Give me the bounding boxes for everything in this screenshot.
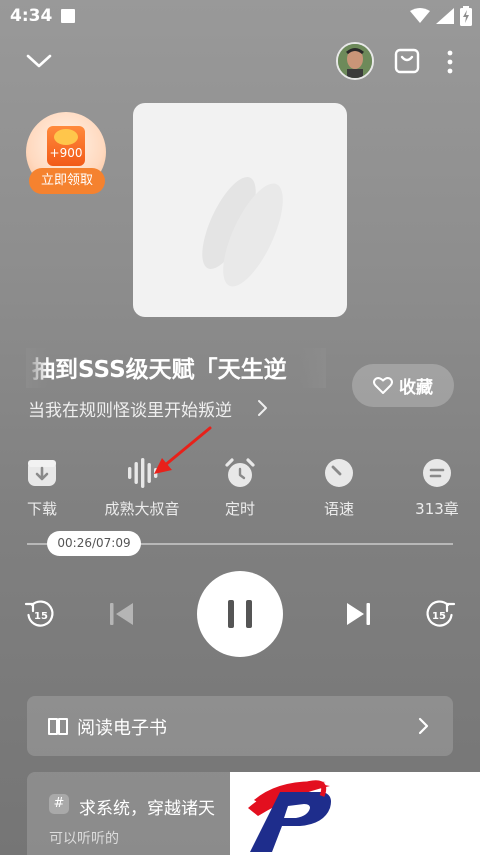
download-icon — [28, 460, 56, 486]
shopping-bag-icon[interactable] — [392, 46, 422, 76]
chevron-right-icon — [418, 717, 429, 735]
coin-icon — [54, 129, 78, 145]
more-options-icon[interactable] — [440, 48, 460, 76]
chevron-right-icon — [258, 400, 267, 416]
next-chapter-icon[interactable] — [342, 598, 374, 630]
reward-badge[interactable]: +900 立即领取 — [26, 112, 108, 198]
title-fade-right — [300, 348, 326, 388]
alarm-clock-icon — [225, 458, 255, 487]
rewind-15-icon[interactable]: 15 — [24, 598, 56, 630]
book-title-text: 抽到SSS级天赋「天生逆 — [32, 357, 287, 383]
timer-label: 定时 — [224, 500, 255, 518]
open-book-icon — [48, 718, 68, 735]
status-bar: 4:34 — [0, 0, 480, 34]
wifi-icon — [410, 8, 430, 23]
speed-gauge-icon — [325, 459, 353, 487]
download-label: 下载 — [26, 500, 57, 518]
claim-reward-button[interactable]: 立即领取 — [29, 168, 105, 194]
favorite-label: 收藏 — [399, 378, 433, 398]
book-cover-placeholder — [133, 103, 347, 317]
user-avatar[interactable] — [336, 42, 374, 80]
collapse-chevron-down-icon[interactable] — [24, 48, 54, 74]
chapter-count-label: 313章 — [415, 500, 459, 518]
pause-button[interactable] — [197, 571, 283, 657]
download-button[interactable]: 下载 — [0, 455, 87, 521]
hashtag-icon: # — [49, 794, 69, 814]
chapter-list-button[interactable]: 313章 — [392, 455, 480, 521]
speed-label: 语速 — [323, 500, 354, 518]
book-subtitle-link[interactable]: 当我在规则怪谈里开始叛逆 — [28, 396, 232, 421]
annotation-arrow — [154, 426, 212, 474]
previous-chapter-icon[interactable] — [106, 598, 138, 630]
watermark-logo — [230, 772, 480, 855]
read-ebook-button[interactable]: 阅读电子书 — [27, 696, 453, 756]
signal-icon — [436, 8, 454, 24]
forward-15-icon[interactable]: 15 — [424, 598, 456, 630]
reward-amount: +900 — [49, 146, 83, 160]
chapter-list-icon — [423, 459, 451, 487]
status-time: 4:34 — [10, 6, 53, 26]
pause-icon — [228, 600, 252, 628]
notification-square-icon — [61, 9, 75, 23]
rewind-seconds: 15 — [34, 611, 48, 622]
speed-button[interactable]: 语速 — [294, 455, 384, 521]
book-title: 抽到SSS级天赋「天生逆 — [32, 350, 324, 386]
read-ebook-label: 阅读电子书 — [77, 718, 167, 739]
heart-icon — [373, 376, 393, 394]
recommendation-subtitle: 可以听听的 — [49, 831, 119, 847]
progress-time-thumb[interactable]: 00:26/07:09 — [47, 531, 141, 556]
title-fade-left — [26, 348, 48, 388]
red-envelope-icon: +900 — [47, 126, 85, 166]
battery-icon — [460, 6, 472, 26]
voice-label: 成熟大叔音 — [104, 500, 180, 518]
favorite-button[interactable]: 收藏 — [352, 364, 454, 407]
forward-seconds: 15 — [432, 611, 446, 622]
recommendation-title: 求系统，穿越诸天 — [79, 799, 215, 819]
